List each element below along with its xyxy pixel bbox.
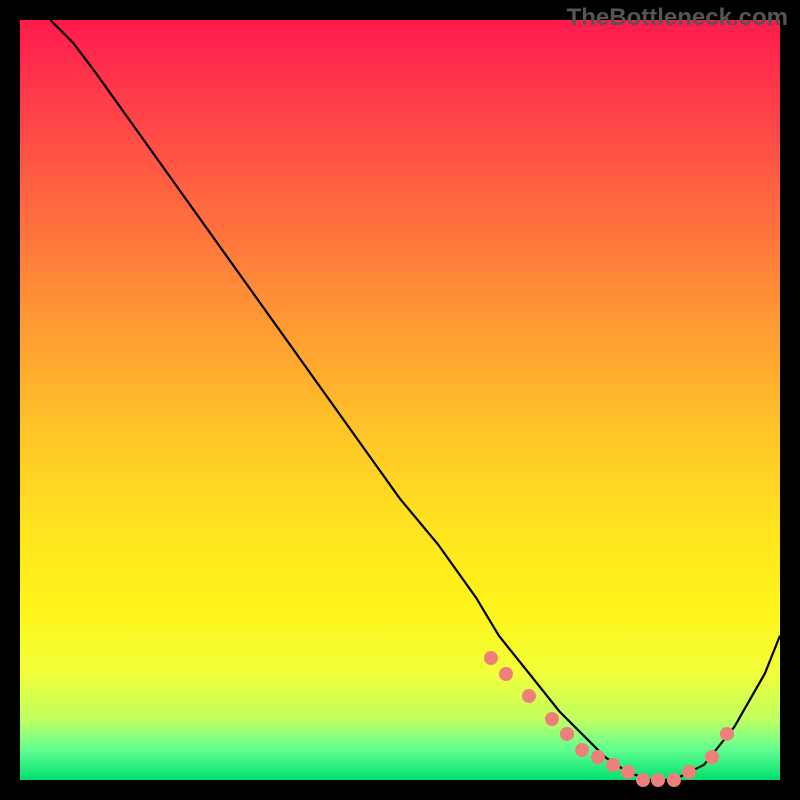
marker-dot bbox=[560, 727, 574, 741]
marker-dot bbox=[636, 773, 650, 787]
marker-dot bbox=[705, 750, 719, 764]
marker-dot bbox=[545, 712, 559, 726]
marker-dot bbox=[667, 773, 681, 787]
marker-dot bbox=[651, 773, 665, 787]
marker-dot bbox=[606, 758, 620, 772]
watermark-text: TheBottleneck.com bbox=[567, 4, 788, 32]
marker-dot bbox=[522, 689, 536, 703]
marker-dot bbox=[621, 765, 635, 779]
curve-svg bbox=[20, 20, 780, 780]
marker-dot bbox=[484, 651, 498, 665]
marker-dot bbox=[720, 727, 734, 741]
marker-dot bbox=[682, 765, 696, 779]
curve-path bbox=[50, 20, 780, 780]
marker-dot bbox=[591, 750, 605, 764]
marker-dot bbox=[499, 667, 513, 681]
chart-plot-area bbox=[20, 20, 780, 780]
marker-dot bbox=[575, 743, 589, 757]
